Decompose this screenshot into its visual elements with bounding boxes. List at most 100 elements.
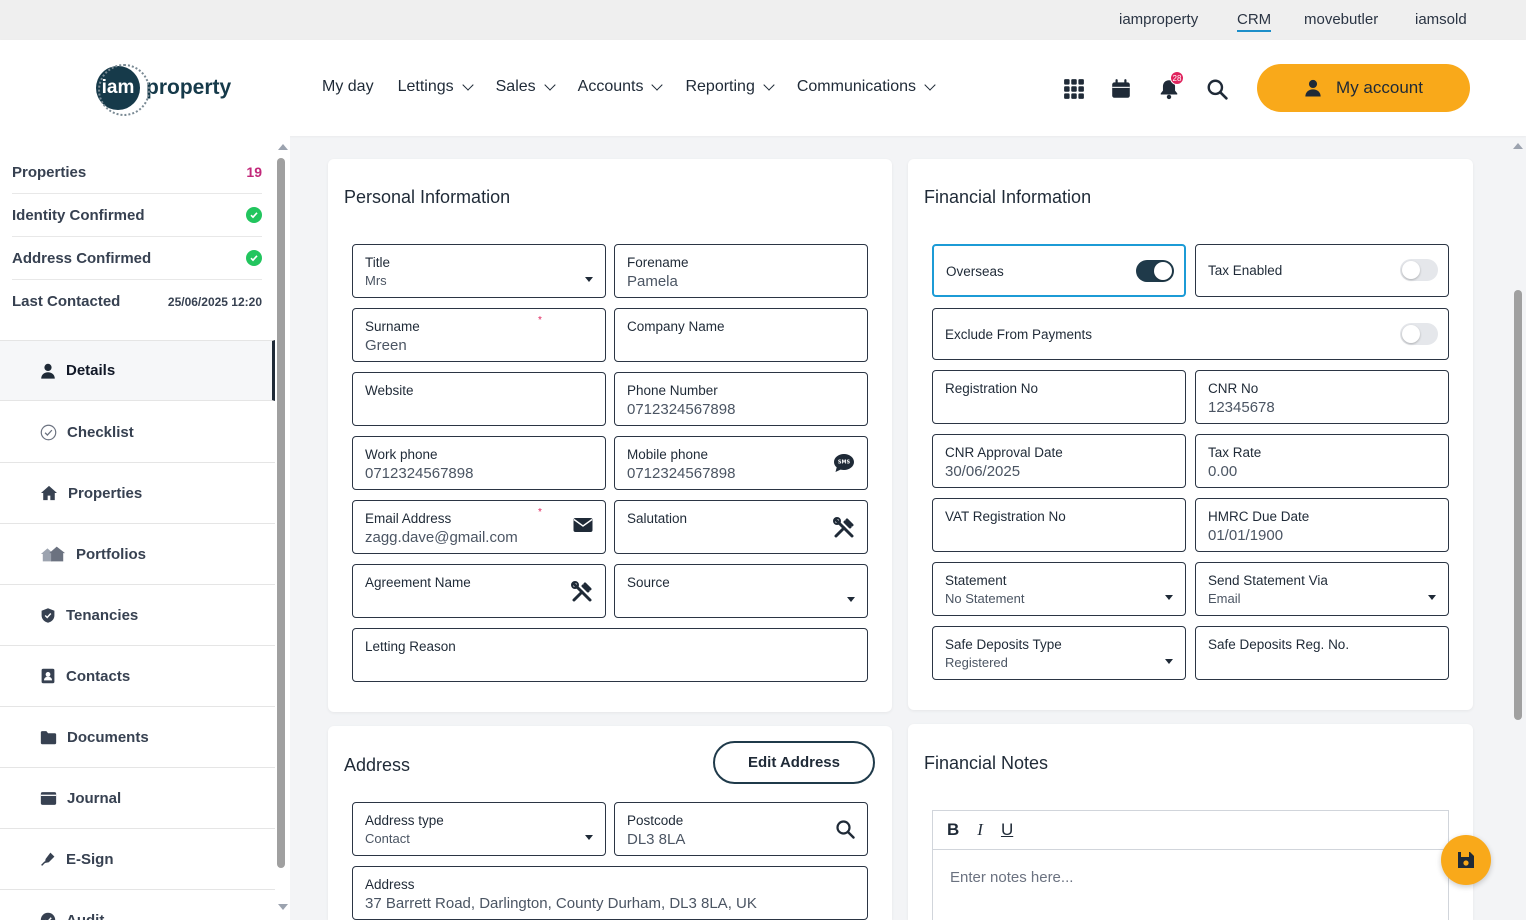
work-phone-field[interactable]: Work phone 0712324567898 — [352, 436, 606, 490]
cnr-approval-date-field[interactable]: CNR Approval Date 30/06/2025 — [932, 434, 1186, 488]
italic-button[interactable]: I — [977, 820, 983, 840]
required-marker: * — [538, 315, 542, 326]
apps-grid-icon[interactable] — [1063, 78, 1085, 100]
website-field[interactable]: Website — [352, 372, 606, 426]
sidebar-item-esign[interactable]: E-Sign — [0, 829, 275, 890]
tax-enabled-toggle[interactable] — [1400, 259, 1438, 281]
floppy-disk-icon — [1458, 852, 1474, 868]
scroll-up-arrow[interactable] — [278, 144, 288, 150]
surname-field[interactable]: Surname * Green — [352, 308, 606, 362]
exclude-payments-toggle[interactable] — [1400, 323, 1438, 345]
field-value: 0.00 — [1208, 463, 1238, 480]
letting-reason-field[interactable]: Letting Reason — [352, 628, 868, 682]
sms-icon[interactable]: SMS — [833, 453, 855, 473]
sidebar-scrollbar[interactable] — [277, 158, 285, 868]
cnr-no-field[interactable]: CNR No 12345678 — [1195, 370, 1449, 424]
sidebar-item-audit[interactable]: Audit — [0, 890, 275, 920]
sidebar-item-details[interactable]: Details — [0, 340, 275, 401]
sidebar-item-contacts[interactable]: Contacts — [0, 646, 275, 707]
journal-icon — [40, 791, 57, 805]
phone-number-field[interactable]: Phone Number 0712324567898 — [614, 372, 868, 426]
safe-deposits-type-select[interactable]: Safe Deposits Type Registered — [932, 626, 1186, 680]
sidebar-item-journal[interactable]: Journal — [0, 768, 275, 829]
main-scrollbar[interactable] — [1514, 290, 1522, 720]
exclude-payments-toggle-field[interactable]: Exclude From Payments — [932, 308, 1449, 360]
sidebar-item-portfolios[interactable]: Portfolios — [0, 524, 275, 585]
check-circle-icon — [246, 250, 262, 266]
calendar-icon[interactable] — [1110, 78, 1132, 100]
company-name-field[interactable]: Company Name — [614, 308, 868, 362]
logo-mark: iam — [96, 64, 150, 116]
search-icon[interactable] — [835, 819, 855, 839]
scroll-down-arrow[interactable] — [278, 904, 288, 910]
title-select[interactable]: Title Mrs — [352, 244, 606, 298]
safe-deposits-reg-field[interactable]: Safe Deposits Reg. No. — [1195, 626, 1449, 680]
toggle-knob — [1154, 262, 1172, 280]
user-icon — [41, 363, 55, 379]
properties-count: 19 — [246, 164, 262, 180]
postcode-field[interactable]: Postcode DL3 8LA — [614, 802, 868, 856]
caret-down-icon — [847, 597, 855, 602]
forename-field[interactable]: Forename Pamela — [614, 244, 868, 298]
main-scroll-up-arrow[interactable] — [1513, 143, 1523, 149]
financial-notes-title: Financial Notes — [924, 753, 1049, 773]
sidebar-item-documents[interactable]: Documents — [0, 707, 275, 768]
tax-rate-field[interactable]: Tax Rate 0.00 — [1195, 434, 1449, 488]
nav-reporting[interactable]: Reporting — [685, 78, 775, 96]
pen-nib-icon — [41, 852, 55, 866]
brand-link-crm[interactable]: CRM — [1237, 11, 1272, 32]
address-field[interactable]: Address 37 Barrett Road, Darlington, Cou… — [352, 866, 868, 920]
field-value: 01/01/1900 — [1208, 527, 1284, 544]
tools-icon[interactable] — [833, 517, 855, 539]
brand-link-iamsold[interactable]: iamsold — [1415, 11, 1467, 28]
vat-registration-field[interactable]: VAT Registration No — [932, 498, 1186, 552]
mobile-phone-field[interactable]: Mobile phone 0712324567898 SMS — [614, 436, 868, 490]
edit-address-button[interactable]: Edit Address — [713, 741, 875, 784]
envelope-icon[interactable] — [573, 517, 593, 533]
overseas-toggle[interactable] — [1136, 260, 1174, 282]
registration-no-field[interactable]: Registration No — [932, 370, 1186, 424]
nav-label: My day — [322, 78, 374, 95]
overseas-toggle-field[interactable]: Overseas — [932, 244, 1186, 297]
nav-communications[interactable]: Communications — [797, 78, 936, 96]
save-button[interactable] — [1441, 835, 1491, 885]
underline-button[interactable]: U — [1001, 820, 1013, 840]
brand-link-iamproperty[interactable]: iamproperty — [1119, 11, 1198, 28]
field-value: 0712324567898 — [627, 465, 736, 482]
toggle-knob — [1402, 325, 1420, 343]
chevron-down-icon — [543, 78, 556, 91]
salutation-field[interactable]: Salutation — [614, 500, 868, 554]
source-select[interactable]: Source — [614, 564, 868, 618]
sidebar-item-checklist[interactable]: Checklist — [0, 402, 275, 463]
search-icon[interactable] — [1206, 78, 1228, 100]
send-statement-via-select[interactable]: Send Statement Via Email — [1195, 562, 1449, 616]
nav-sales[interactable]: Sales — [496, 78, 556, 96]
nav-lettings[interactable]: Lettings — [398, 78, 474, 96]
summary-label: Last Contacted — [12, 293, 121, 310]
field-label: Surname — [365, 319, 420, 334]
hmrc-due-date-field[interactable]: HMRC Due Date 01/01/1900 — [1195, 498, 1449, 552]
notes-input[interactable]: Enter notes here... — [950, 869, 1073, 886]
nav-accounts[interactable]: Accounts — [578, 78, 664, 96]
sidebar-item-properties[interactable]: Properties — [0, 463, 275, 524]
logo[interactable]: iam property — [96, 64, 231, 116]
field-label: CNR Approval Date — [945, 445, 1063, 460]
sidebar-item-tenancies[interactable]: Tenancies — [0, 585, 275, 646]
bold-button[interactable]: B — [947, 820, 959, 840]
address-type-select[interactable]: Address type Contact — [352, 802, 606, 856]
nav-my-day[interactable]: My day — [322, 78, 374, 96]
my-account-button[interactable]: My account — [1257, 64, 1470, 112]
agreement-name-field[interactable]: Agreement Name — [352, 564, 606, 618]
field-label: Exclude From Payments — [945, 327, 1093, 342]
brand-bar: iamproperty CRM movebutler iamsold — [0, 0, 1526, 40]
statement-select[interactable]: Statement No Statement — [932, 562, 1186, 616]
field-value: Pamela — [627, 273, 678, 290]
tools-icon[interactable] — [571, 581, 593, 603]
tax-enabled-toggle-field[interactable]: Tax Enabled — [1195, 244, 1449, 297]
field-label: Email Address — [365, 511, 452, 526]
summary-last-contacted: Last Contacted 25/06/2025 12:20 — [12, 280, 262, 323]
email-address-field[interactable]: Email Address * zagg.dave@gmail.com — [352, 500, 606, 554]
field-label: Website — [365, 383, 414, 398]
field-label: Company Name — [627, 319, 725, 334]
brand-link-movebutler[interactable]: movebutler — [1304, 11, 1378, 28]
